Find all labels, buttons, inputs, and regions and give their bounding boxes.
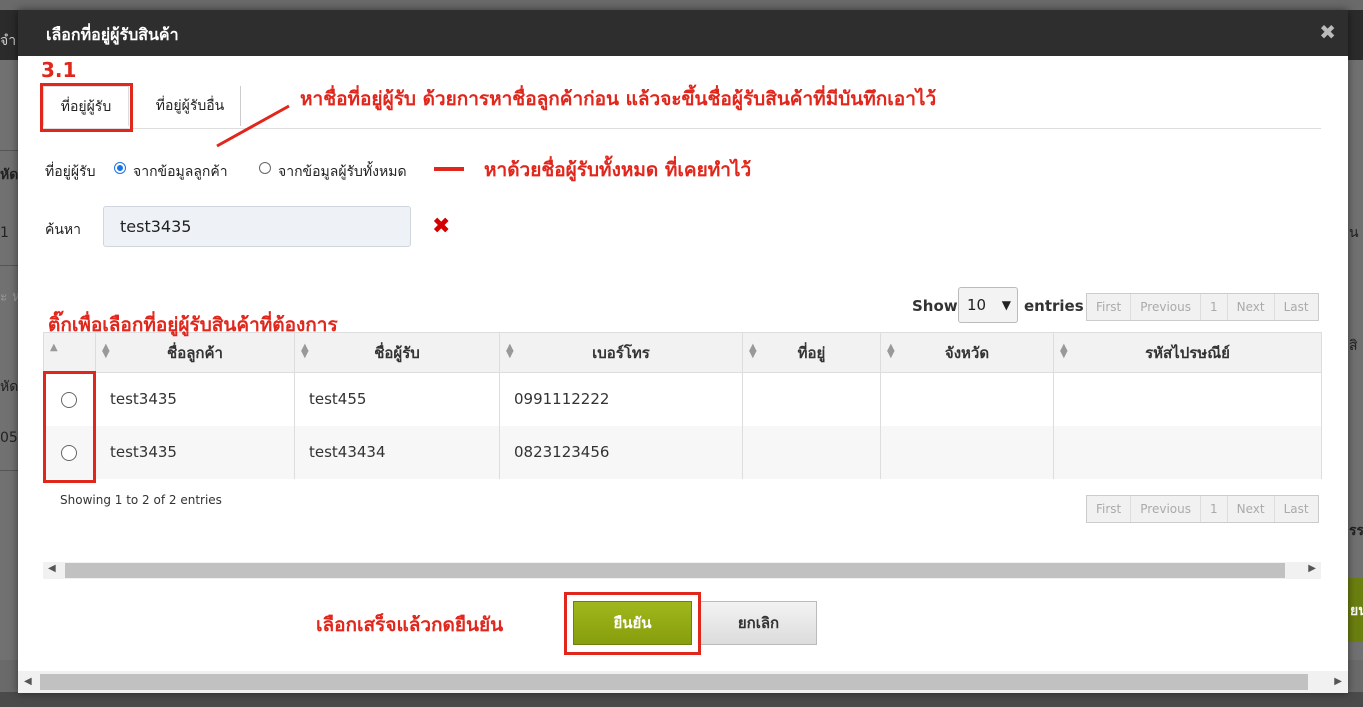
dialog-header: เลือกที่อยู่ผู้รับสินค้า ✖ [18,10,1348,56]
background-text: สิ [1349,338,1358,354]
pager-previous[interactable]: Previous [1131,294,1201,320]
cell-recipient: test43434 [294,425,500,479]
pager-top: First Previous 1 Next Last [1086,293,1319,321]
pager-last[interactable]: Last [1275,294,1318,320]
background-text: 1 [0,225,9,241]
page-length-value: 10 [967,296,987,314]
column-header-province[interactable]: ▲ ▼ จังหวัด [880,332,1054,373]
recipient-table: ▲ ▲ ▼ ชื่อลูกค้า ▲ ▼ ชื่อผู้รับ ▲ ▼ เบอร์โทร ▲… [43,332,1322,479]
sort-icon: ▲ ▼ [301,342,309,360]
show-label: Show [912,297,958,315]
background-bottombar [0,692,1363,707]
radio-from-customer[interactable] [114,162,126,174]
background-right-strip [1348,60,1363,660]
pager-bottom: First Previous 1 Next Last [1086,495,1319,523]
cell-postcode [1053,372,1322,426]
pager-last[interactable]: Last [1275,496,1318,522]
column-header-phone[interactable]: ▲ ▼ เบอร์โทร [499,332,743,373]
scrollbar-thumb[interactable] [40,674,1308,690]
annotation-select-note: ติ๊กเพื่อเลือกที่อยู่ผู้รับสินค้าที่ต้อง… [48,314,338,336]
chevron-down-icon: ▼ [1001,298,1011,312]
pager-next[interactable]: Next [1228,294,1275,320]
annotation-highlight-tab [40,83,133,132]
table-row[interactable]: test3435 test43434 0823123456 [43,425,1322,479]
pager-page[interactable]: 1 [1201,496,1228,522]
table-info: Showing 1 to 2 of 2 entries [60,493,222,507]
page-length-select[interactable]: 10 ▼ [958,287,1018,323]
sort-icon: ▲ [50,342,58,353]
pager-first[interactable]: First [1087,496,1132,522]
close-icon[interactable]: ✖ [1319,20,1336,44]
background-text: รร [1349,523,1363,539]
background-text: จำ [0,33,17,49]
column-header-address[interactable]: ▲ ▼ ที่อยู่ [742,332,881,373]
annotation-highlight-select-column [43,371,96,483]
radio-from-customer-label[interactable]: จากข้อมูลลูกค้า [133,161,228,183]
cell-address [742,372,881,426]
sort-icon: ▲ ▼ [887,342,895,360]
scrollbar-thumb[interactable] [65,563,1285,578]
search-input[interactable]: test3435 [103,206,411,247]
background-divider [0,150,18,151]
cell-customer: test3435 [95,425,295,479]
annotation-dash [434,167,464,171]
annotation-tab-note: หาชื่อที่อยู่ผู้รับ ด้วยการหาชื่อลูกค้าก… [300,88,937,110]
radio-from-all-recipients[interactable] [259,162,271,174]
cell-province [880,425,1054,479]
sort-icon: ▲ ▼ [749,342,757,360]
pager-first[interactable]: First [1087,294,1132,320]
sort-icon: ▲ ▼ [102,342,110,360]
clear-icon[interactable]: ✖ [432,214,450,239]
background-text: หัด [0,167,19,183]
dialog-title: เลือกที่อยู่ผู้รับสินค้า [46,25,179,44]
cell-phone: 0991112222 [499,372,743,426]
cell-province [880,372,1054,426]
select-recipient-dialog: เลือกที่อยู่ผู้รับสินค้า ✖ ที่อยู่ผู้รับ… [18,10,1348,693]
scroll-left-icon[interactable]: ◀ [24,676,32,687]
dialog-horizontal-scrollbar[interactable]: ◀ ▶ [18,671,1348,693]
cell-phone: 0823123456 [499,425,743,479]
scroll-right-icon[interactable]: ▶ [1334,676,1342,687]
cell-postcode [1053,425,1322,479]
scroll-right-icon[interactable]: ▶ [1308,563,1316,574]
annotation-confirm-note: เลือกเสร็จแล้วกดยืนยัน [316,614,504,636]
entries-label: entries [1024,297,1084,315]
cancel-button[interactable]: ยกเลิก [700,601,817,645]
annotation-pointer-line [216,104,290,148]
cancel-button-label: ยกเลิก [737,614,780,632]
scroll-left-icon[interactable]: ◀ [48,563,56,574]
table-horizontal-scrollbar[interactable]: ◀ ▶ [43,562,1321,579]
background-divider [0,470,18,471]
column-header-postcode[interactable]: ▲ ▼ รหัสไปรษณีย์ [1053,332,1322,373]
sort-icon: ▲ ▼ [506,342,514,360]
annotation-step-number: 3.1 [41,58,77,82]
pager-next[interactable]: Next [1228,496,1275,522]
cell-customer: test3435 [95,372,295,426]
pager-previous[interactable]: Previous [1131,496,1201,522]
table-row[interactable]: test3435 test455 0991112222 [43,372,1322,426]
background-text: หัด [0,379,19,395]
sort-icon: ▲ ▼ [1060,342,1068,360]
radio-from-all-recipients-label[interactable]: จากข้อมูลผู้รับทั้งหมด [278,161,407,183]
pager-page[interactable]: 1 [1201,294,1228,320]
search-label: ค้นหา [45,222,82,238]
background-text: ยน [1350,603,1363,619]
background-divider [0,265,18,266]
cell-address [742,425,881,479]
background-text: น [1349,225,1359,241]
annotation-highlight-confirm [564,592,701,655]
address-source-label: ที่อยู่ผู้รับ [45,164,96,180]
cell-recipient: test455 [294,372,500,426]
annotation-radio-note: หาด้วยชื่อผู้รับทั้งหมด ที่เคยทำไว้ [484,159,752,181]
